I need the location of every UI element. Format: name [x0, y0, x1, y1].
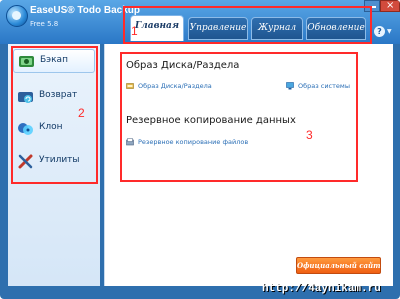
annotation-number-2: 2 [78, 106, 85, 120]
annotation-frame-main [120, 52, 358, 182]
watermark-text: http://4aynikam.ru [262, 283, 381, 295]
annotation-number-1: 1 [131, 24, 138, 38]
help-icon[interactable]: ? [374, 26, 385, 37]
help-dropdown-icon[interactable]: ▼ [387, 28, 392, 35]
app-version: Free 5.8 [30, 20, 59, 28]
close-button[interactable]: × [380, 0, 400, 12]
app-window: EaseUS® Todo Backup Free 5.8 × Главная У… [0, 0, 400, 299]
annotation-number-3: 3 [306, 128, 313, 142]
close-icon: × [386, 0, 395, 11]
annotation-frame-tabs [123, 6, 372, 44]
easeus-logo-icon [6, 5, 28, 27]
official-site-button[interactable]: Официальный сайт [296, 257, 381, 274]
